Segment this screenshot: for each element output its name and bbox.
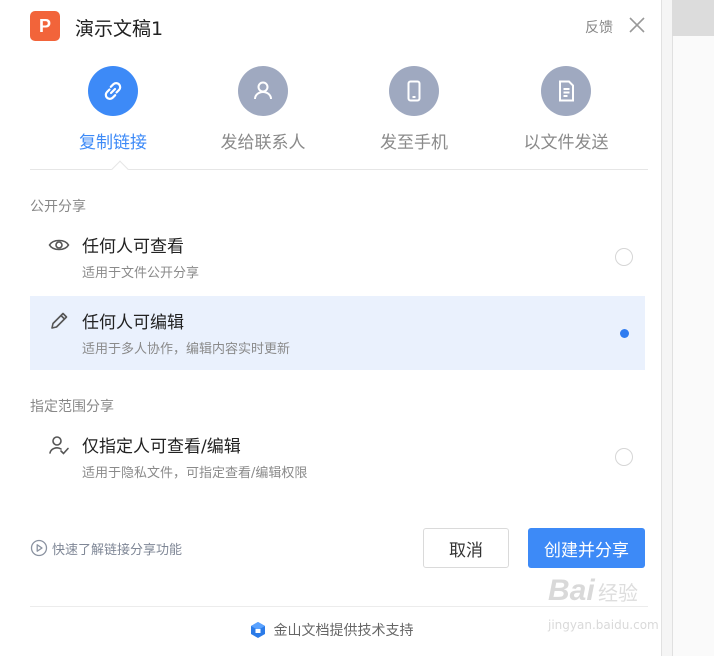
background-window — [662, 0, 714, 656]
option-description: 适用于隐私文件，可指定查看/编辑权限 — [82, 466, 308, 481]
kingsoft-docs-icon — [250, 622, 265, 638]
background-toolbar — [672, 0, 714, 36]
dialog-header: P 演示文稿1 反馈 — [0, 0, 662, 52]
baidu-jingyan-watermark: Bai 经验 jingyan.baidu.com — [548, 574, 698, 644]
share-method-tabs: 复制链接 发给联系人 发至手机 以文件发送 — [30, 64, 648, 178]
document-title: 演示文稿1 — [75, 18, 164, 40]
tab-icon-circle — [389, 66, 439, 116]
tab-send-file[interactable]: 以文件发送 — [491, 64, 641, 164]
tab-send-phone[interactable]: 发至手机 — [339, 64, 489, 164]
learn-link-sharing[interactable]: 快速了解链接分享功能 — [30, 539, 183, 558]
phone-icon — [407, 80, 421, 102]
option-specified-people[interactable]: 仅指定人可查看/编辑 适用于隐私文件，可指定查看/编辑权限 — [30, 420, 645, 494]
tab-icon-circle — [238, 66, 288, 116]
file-icon — [559, 80, 574, 102]
option-title: 任何人可查看 — [82, 237, 184, 257]
option-radio[interactable] — [615, 448, 633, 466]
tab-icon-circle — [541, 66, 591, 116]
watermark-subtitle: 经验 — [598, 581, 638, 605]
option-title: 任何人可编辑 — [82, 313, 184, 333]
play-circle-icon — [30, 539, 48, 557]
option-description: 适用于文件公开分享 — [82, 266, 200, 281]
watermark-url: jingyan.baidu.com — [548, 618, 659, 632]
option-anyone-view[interactable]: 任何人可查看 适用于文件公开分享 — [30, 220, 645, 294]
contact-icon — [254, 81, 272, 100]
close-button[interactable] — [626, 14, 648, 36]
tab-send-contact[interactable]: 发给联系人 — [188, 64, 338, 164]
tab-label: 发至手机 — [380, 133, 448, 153]
tab-label: 发给联系人 — [220, 133, 306, 153]
user-check-icon — [49, 436, 69, 455]
option-anyone-edit[interactable]: 任何人可编辑 适用于多人协作，编辑内容实时更新 — [30, 296, 645, 370]
share-dialog: P 演示文稿1 反馈 复制链接 发给联系人 发至手机 以文件发送 公开分享 任何… — [0, 0, 662, 656]
powered-by-text: 金山文档提供技术支持 — [273, 623, 414, 639]
feedback-link[interactable]: 反馈 — [585, 17, 613, 37]
pencil-icon — [51, 312, 68, 329]
eye-icon — [48, 239, 70, 251]
tab-copy-link[interactable]: 复制链接 — [38, 64, 188, 164]
public-share-section-label: 公开分享 — [30, 199, 86, 215]
presentation-app-icon: P — [30, 11, 60, 41]
watermark-logo: Bai — [548, 574, 595, 607]
close-icon — [629, 17, 645, 33]
cancel-button[interactable]: 取消 — [423, 528, 509, 568]
option-radio-selected[interactable] — [615, 324, 633, 342]
learn-link-text: 快速了解链接分享功能 — [52, 542, 183, 558]
option-radio[interactable] — [615, 248, 633, 266]
tab-label: 以文件发送 — [523, 133, 609, 153]
background-panel — [672, 36, 714, 656]
tab-label: 复制链接 — [79, 133, 147, 153]
option-description: 适用于多人协作，编辑内容实时更新 — [82, 342, 291, 357]
tab-icon-circle — [88, 66, 138, 116]
link-icon — [104, 82, 122, 100]
scoped-share-section-label: 指定范围分享 — [30, 399, 114, 415]
create-and-share-button[interactable]: 创建并分享 — [528, 528, 645, 568]
option-title: 仅指定人可查看/编辑 — [82, 437, 241, 457]
